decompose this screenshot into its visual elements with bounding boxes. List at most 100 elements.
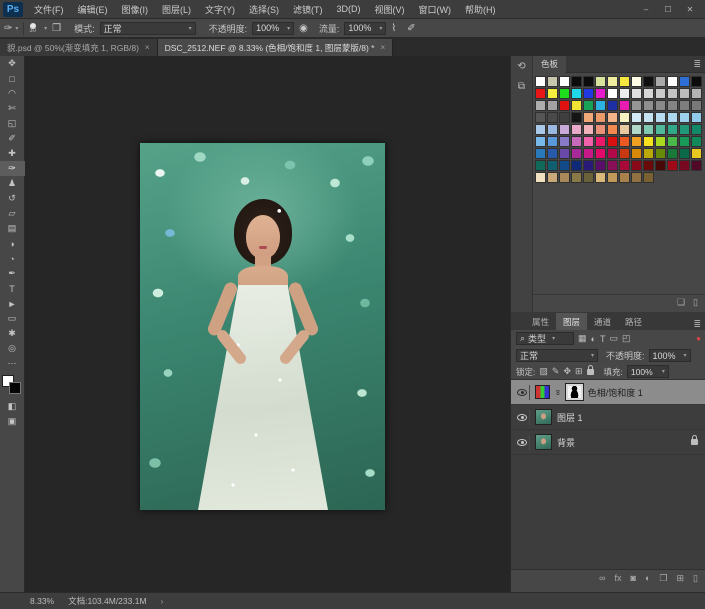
filter-smart-objects-icon[interactable]: ◰	[622, 333, 631, 344]
color-swatch[interactable]	[595, 88, 606, 99]
lasso-tool[interactable]: ◠	[0, 86, 25, 101]
layer-thumbnail[interactable]	[535, 434, 552, 450]
color-swatch[interactable]	[643, 160, 654, 171]
panel-menu-icon[interactable]: ≣	[693, 59, 705, 70]
color-swatch[interactable]	[571, 88, 582, 99]
new-group-icon[interactable]: ❒	[659, 573, 667, 584]
shape-tool[interactable]: ▭	[0, 311, 25, 326]
layer-blend-mode-select[interactable]: 正常▾	[516, 349, 598, 362]
color-swatch[interactable]	[583, 124, 594, 135]
history-brush-tool[interactable]: ↺	[0, 191, 25, 206]
maximize-button[interactable]: ☐	[659, 3, 677, 16]
color-swatch[interactable]	[691, 112, 702, 123]
lock-artboard-icon[interactable]: ⊞	[575, 366, 583, 377]
brush-tool-icon[interactable]: ✑▾	[4, 23, 18, 34]
zoom-level[interactable]: 8.33%	[30, 596, 54, 606]
new-adjustment-layer-icon[interactable]: ◐	[645, 573, 650, 583]
tab-swatches[interactable]: 色板	[533, 56, 566, 73]
color-swatch[interactable]	[655, 136, 666, 147]
layer-name[interactable]: 色相/饱和度 1	[588, 386, 643, 399]
layer-row[interactable]: 背景	[511, 430, 705, 455]
menu-item-5[interactable]: 选择(S)	[242, 0, 286, 19]
close-icon[interactable]: ×	[145, 43, 150, 52]
color-swatch[interactable]	[607, 160, 618, 171]
color-swatch[interactable]	[643, 136, 654, 147]
menu-item-2[interactable]: 图像(I)	[115, 0, 156, 19]
color-swatch[interactable]	[655, 100, 666, 111]
color-swatch[interactable]	[667, 124, 678, 135]
history-panel-icon[interactable]: ⟲	[517, 61, 525, 72]
tab-properties[interactable]: 属性	[525, 313, 556, 330]
blur-tool[interactable]: ◑	[0, 236, 25, 251]
color-swatch[interactable]	[583, 100, 594, 111]
spot-healing-tool[interactable]: ✚	[0, 146, 25, 161]
color-swatch[interactable]	[619, 100, 630, 111]
color-swatch[interactable]	[643, 172, 654, 183]
color-swatch[interactable]	[583, 88, 594, 99]
more-tools-button[interactable]: ⋯	[0, 356, 25, 371]
menu-item-10[interactable]: 帮助(H)	[458, 0, 503, 19]
color-swatch[interactable]	[619, 76, 630, 87]
tab-paths[interactable]: 路径	[618, 313, 649, 330]
layer-visibility-toggle[interactable]	[515, 435, 530, 450]
color-swatch[interactable]	[643, 76, 654, 87]
color-swatch[interactable]	[571, 112, 582, 123]
path-selection-tool[interactable]: ►	[0, 296, 25, 311]
link-layers-icon[interactable]: ∞	[599, 573, 605, 583]
crop-tool[interactable]: ◱	[0, 116, 25, 131]
color-swatch[interactable]	[631, 112, 642, 123]
opacity-select[interactable]: 100%▾	[252, 22, 294, 35]
pen-tool[interactable]: ✒	[0, 266, 25, 281]
background-color-swatch[interactable]	[9, 382, 21, 394]
color-swatch[interactable]	[547, 100, 558, 111]
color-swatch[interactable]	[547, 172, 558, 183]
gradient-tool[interactable]: ▤	[0, 221, 25, 236]
lock-transparent-pixels-icon[interactable]: ▨	[539, 366, 548, 377]
tab-channels[interactable]: 通道	[587, 313, 618, 330]
layer-row[interactable]: ∞色相/饱和度 1	[511, 380, 705, 405]
color-swatch[interactable]	[643, 124, 654, 135]
color-swatch[interactable]	[655, 112, 666, 123]
eraser-tool[interactable]: ▱	[0, 206, 25, 221]
color-swatch[interactable]	[631, 148, 642, 159]
menu-item-7[interactable]: 3D(D)	[330, 0, 368, 19]
color-swatch[interactable]	[559, 160, 570, 171]
color-swatch[interactable]	[679, 100, 690, 111]
color-swatch[interactable]	[535, 148, 546, 159]
color-swatch[interactable]	[535, 172, 546, 183]
color-swatch[interactable]	[691, 100, 702, 111]
color-swatch[interactable]	[535, 88, 546, 99]
type-tool[interactable]: T	[0, 281, 25, 296]
color-swatch[interactable]	[547, 160, 558, 171]
new-layer-icon[interactable]: ⊞	[677, 573, 685, 584]
color-swatch[interactable]	[667, 88, 678, 99]
color-swatch[interactable]	[595, 172, 606, 183]
brush-panel-toggle-icon[interactable]: ❒	[52, 23, 61, 34]
color-swatch[interactable]	[607, 76, 618, 87]
color-swatch[interactable]	[679, 148, 690, 159]
color-swatch[interactable]	[631, 160, 642, 171]
filter-adjustment-layers-icon[interactable]: ◐	[591, 334, 596, 344]
color-swatch[interactable]	[679, 124, 690, 135]
color-swatch[interactable]	[679, 160, 690, 171]
color-swatch[interactable]	[547, 124, 558, 135]
color-swatch[interactable]	[559, 100, 570, 111]
color-swatch[interactable]	[571, 160, 582, 171]
layer-mask-thumbnail[interactable]	[566, 384, 583, 400]
menu-item-3[interactable]: 图层(L)	[155, 0, 198, 19]
color-swatch[interactable]	[547, 148, 558, 159]
brush-preset-picker[interactable]: 30	[29, 23, 36, 34]
color-swatch[interactable]	[571, 100, 582, 111]
color-swatch[interactable]	[559, 124, 570, 135]
tab-layers[interactable]: 图层	[556, 313, 587, 330]
color-swatch[interactable]	[691, 148, 702, 159]
color-swatch[interactable]	[583, 148, 594, 159]
color-swatch[interactable]	[607, 148, 618, 159]
canvas[interactable]	[25, 56, 510, 592]
layer-filter-type-select[interactable]: ⌕ 类型 ▾	[516, 332, 574, 345]
color-swatch[interactable]	[571, 124, 582, 135]
layer-name[interactable]: 图层 1	[557, 411, 583, 424]
color-swatch[interactable]	[679, 112, 690, 123]
filter-pixel-layers-icon[interactable]: ▦	[578, 333, 587, 344]
color-swatch[interactable]	[559, 136, 570, 147]
